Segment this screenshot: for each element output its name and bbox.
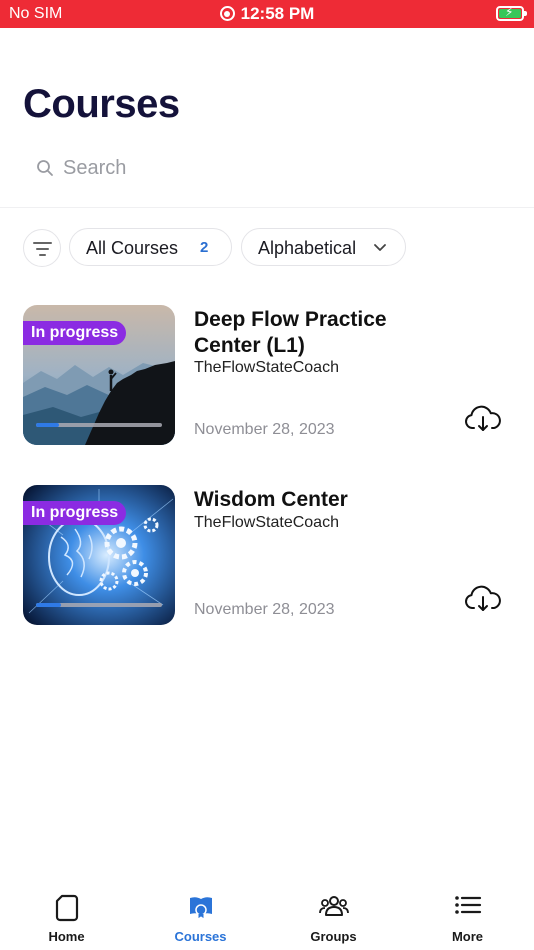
search-input[interactable] <box>63 148 503 188</box>
tab-courses[interactable]: Courses <box>134 880 267 950</box>
recording-icon <box>219 6 235 21</box>
tab-label: Home <box>48 929 85 944</box>
course-date: November 28, 2023 <box>194 601 335 618</box>
status-badge: In progress <box>23 501 127 525</box>
tab-bar: Home Courses Groups More <box>0 880 534 950</box>
cloud-download-icon[interactable] <box>464 404 502 434</box>
tab-label: Groups <box>310 929 357 944</box>
course-card[interactable]: In progress Deep Flow Practice Center (L… <box>23 305 513 445</box>
filter-button[interactable] <box>23 229 61 267</box>
groups-icon <box>318 896 349 916</box>
time-label: 12:58 PM <box>240 4 315 23</box>
course-author: TheFlowStateCoach <box>194 514 339 531</box>
status-badge: In progress <box>23 321 127 345</box>
category-filter-label: All Courses <box>86 238 179 258</box>
search-icon <box>37 160 53 176</box>
progress-bar <box>36 423 162 427</box>
tab-home[interactable]: Home <box>0 880 133 950</box>
tab-more[interactable]: More <box>401 880 534 950</box>
category-filter-chip[interactable]: All Courses 2 <box>69 228 232 266</box>
status-time: 12:58 PM <box>0 4 534 24</box>
page-title: Courses <box>23 82 180 126</box>
chevron-down-icon <box>374 244 386 251</box>
tab-groups[interactable]: Groups <box>267 880 400 950</box>
battery-icon: ⚡ <box>496 5 527 21</box>
menu-icon <box>454 896 481 914</box>
tab-label: More <box>451 929 484 944</box>
course-title[interactable]: Wisdom Center <box>194 487 434 513</box>
category-count-badge: 2 <box>200 239 209 256</box>
course-date: November 28, 2023 <box>194 421 335 438</box>
search-bar[interactable] <box>23 148 513 188</box>
home-icon <box>55 894 78 922</box>
tab-label: Courses <box>174 929 227 944</box>
cloud-download-icon[interactable] <box>464 584 502 614</box>
course-title[interactable]: Deep Flow Practice Center (L1) <box>194 307 434 359</box>
status-bar: No SIM 12:58 PM ⚡ <box>0 0 534 28</box>
progress-bar <box>36 603 162 607</box>
courses-icon <box>189 897 212 920</box>
course-author: TheFlowStateCoach <box>194 359 339 376</box>
sort-label: Alphabetical <box>258 238 357 258</box>
divider <box>0 207 534 208</box>
course-card[interactable]: In progress Wisdom Center TheFlowStateCo… <box>23 485 513 625</box>
sort-dropdown[interactable]: Alphabetical <box>241 228 406 266</box>
